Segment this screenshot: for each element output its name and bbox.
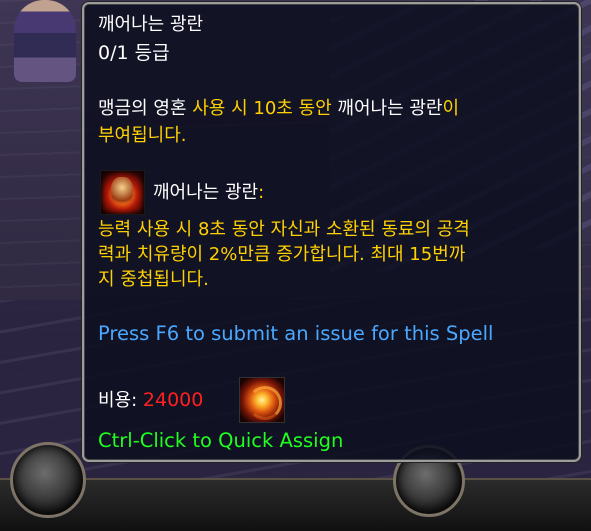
frenzy-buff-icon [100,170,145,215]
player-character [14,0,76,82]
description-part-2: 사용 시 10초 동안 [192,98,332,119]
description-part-1: 맹금의 영혼 [98,98,193,119]
buff-description-line-1: 능력 사용 시 8초 동안 자신과 소환된 동료의 공격 [98,219,470,240]
action-bar-frame [0,478,591,531]
description-part-3: 깨어나는 광란 [331,98,443,119]
buff-colon: : [258,182,265,203]
issue-report-hint: Press F6 to submit an issue for this Spe… [98,322,494,345]
cost-value: 24000 [142,389,204,411]
spell-orb-icon [239,377,285,423]
cost-line: 비용: 24000 [98,388,203,413]
buff-description-line-2: 력과 치유량이 2%만큼 증가합니다. 최대 15번까 [98,244,466,265]
description-part-4: 이 [442,98,460,119]
description-line-2: 부여됩니다. [98,125,187,146]
spell-tooltip: 깨어나는 광란 0/1 등급 맹금의 영혼 사용 시 10초 동안 깨어나는 광… [82,2,581,462]
description-line-1: 맹금의 영혼 사용 시 10초 동안 깨어나는 광란이 [98,97,459,121]
health-orb [10,442,86,518]
buff-name-line: 깨어나는 광란: [153,181,264,205]
quick-assign-hint: Ctrl-Click to Quick Assign [98,429,344,452]
tooltip-title: 깨어나는 광란 [98,14,204,35]
buff-name: 깨어나는 광란 [153,182,259,203]
buff-description-line-3: 지 중첩됩니다. [98,269,209,290]
tooltip-rank: 0/1 등급 [98,42,170,64]
cost-label: 비용: [98,390,143,411]
